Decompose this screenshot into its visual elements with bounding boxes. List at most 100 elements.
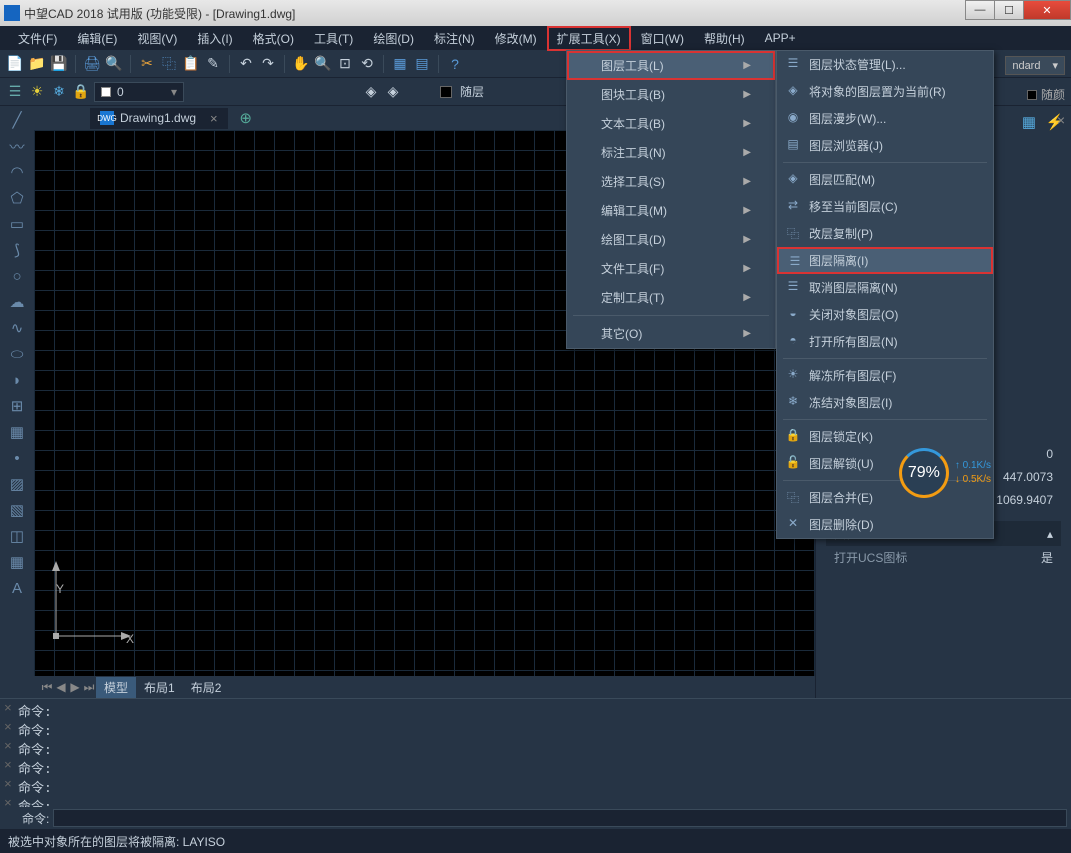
cut-icon[interactable]: ✂ xyxy=(138,55,156,73)
revcloud-icon[interactable]: ☁ xyxy=(7,292,27,312)
layer-iso-icon[interactable]: ◈ xyxy=(384,83,402,101)
region-icon[interactable]: ◫ xyxy=(7,526,27,546)
menu-insert[interactable]: 插入(I) xyxy=(187,26,242,51)
submenu-layer-off[interactable]: ◒关闭对象图层(O) xyxy=(777,301,993,328)
paste-icon[interactable]: 📋 xyxy=(182,55,200,73)
layout-tab-model[interactable]: 模型 xyxy=(96,677,136,698)
style-combo[interactable]: ndard▾ xyxy=(1005,56,1065,75)
submenu-make-current[interactable]: ◈将对象的图层置为当前(R) xyxy=(777,78,993,105)
submenu-layer-delete[interactable]: ✕图层删除(D) xyxy=(777,511,993,538)
menu-format[interactable]: 格式(O) xyxy=(243,26,304,51)
menu-modify[interactable]: 修改(M) xyxy=(485,26,547,51)
layer-prev-icon[interactable]: ◈ xyxy=(362,83,380,101)
help-icon[interactable]: ? xyxy=(446,55,464,73)
menu-item-text-tools[interactable]: 文本工具(B)▶ xyxy=(567,109,775,138)
submenu-freeze[interactable]: ❄冻结对象图层(I) xyxy=(777,389,993,416)
layout-next-icon[interactable]: ▶ xyxy=(68,680,82,694)
command-input[interactable] xyxy=(53,809,1067,827)
open-icon[interactable]: 📁 xyxy=(28,55,46,73)
color-swatch[interactable] xyxy=(440,86,452,98)
new-icon[interactable]: 📄 xyxy=(6,55,24,73)
submenu-layer-lock[interactable]: 🔒图层锁定(K) xyxy=(777,423,993,450)
menu-item-draw-tools[interactable]: 绘图工具(D)▶ xyxy=(567,225,775,254)
menu-item-file-tools[interactable]: 文件工具(F)▶ xyxy=(567,254,775,283)
text-icon[interactable]: A xyxy=(7,578,27,598)
copy-icon[interactable]: ⿻ xyxy=(160,55,178,73)
maximize-button[interactable]: ☐ xyxy=(994,0,1024,20)
submenu-move-current[interactable]: ⇄移至当前图层(C) xyxy=(777,193,993,220)
zoom-window-icon[interactable]: ⊡ xyxy=(336,55,354,73)
polygon-icon[interactable]: ⬠ xyxy=(7,188,27,208)
layout-prev-icon[interactable]: ◀ xyxy=(54,680,68,694)
gradient-icon[interactable]: ▧ xyxy=(7,500,27,520)
command-history[interactable]: ×命令: ×命令: ×命令: ×命令: ×命令: ×命令: ×命令: _PROP… xyxy=(0,699,1071,807)
print-preview-icon[interactable]: 🔍 xyxy=(105,55,123,73)
layout-last-icon[interactable]: ⏭ xyxy=(82,680,96,695)
menu-item-edit-tools[interactable]: 编辑工具(M)▶ xyxy=(567,196,775,225)
properties-icon[interactable]: ▦ xyxy=(391,55,409,73)
undo-icon[interactable]: ↶ xyxy=(237,55,255,73)
submenu-layer-unisolate[interactable]: ☰取消图层隔离(N) xyxy=(777,274,993,301)
layer-freeze-icon[interactable]: ❄ xyxy=(50,83,68,101)
spline-icon[interactable]: ∿ xyxy=(7,318,27,338)
ellipse-arc-icon[interactable]: ◗ xyxy=(7,370,27,390)
close-line-icon[interactable]: × xyxy=(4,701,18,720)
submenu-layer-on[interactable]: ◓打开所有图层(N) xyxy=(777,328,993,355)
circle-icon[interactable]: ○ xyxy=(7,266,27,286)
design-center-icon[interactable]: ▤ xyxy=(413,55,431,73)
submenu-layer-walk[interactable]: ◉图层漫步(W)... xyxy=(777,105,993,132)
prop-value[interactable]: 0 xyxy=(1046,447,1053,464)
layout-first-icon[interactable]: ⏮ xyxy=(40,680,54,695)
menu-item-select-tools[interactable]: 选择工具(S)▶ xyxy=(567,167,775,196)
network-speed-widget[interactable]: 79% ↑ 0.1K/s ↓ 0.5K/s xyxy=(899,448,991,498)
menu-item-layer-tools[interactable]: 图层工具(L)▶ xyxy=(567,51,775,80)
close-button[interactable]: ✕ xyxy=(1023,0,1071,20)
line-icon[interactable]: ╱ xyxy=(7,110,27,130)
layer-lock-icon[interactable]: 🔒 xyxy=(72,83,90,101)
menu-window[interactable]: 窗口(W) xyxy=(631,26,694,51)
submenu-thaw-all[interactable]: ☀解冻所有图层(F) xyxy=(777,362,993,389)
save-icon[interactable]: 💾 xyxy=(50,55,68,73)
menu-item-block-tools[interactable]: 图块工具(B)▶ xyxy=(567,80,775,109)
menu-dimension[interactable]: 标注(N) xyxy=(424,26,485,51)
zoom-icon[interactable]: 🔍 xyxy=(314,55,332,73)
ellipse-icon[interactable]: ⬭ xyxy=(7,344,27,364)
minimize-button[interactable]: — xyxy=(965,0,995,20)
new-tab-icon[interactable]: ⊕ xyxy=(236,108,256,128)
menu-app-plus[interactable]: APP+ xyxy=(755,27,806,49)
rectangle-icon[interactable]: ▭ xyxy=(7,214,27,234)
layout-tab-2[interactable]: 布局2 xyxy=(183,677,230,698)
hatch-icon[interactable]: ▨ xyxy=(7,474,27,494)
menu-draw[interactable]: 绘图(D) xyxy=(363,26,424,51)
prop-value[interactable]: 447.0073 xyxy=(1003,470,1053,487)
menu-item-other[interactable]: 其它(O)▶ xyxy=(567,319,775,348)
zoom-prev-icon[interactable]: ⟲ xyxy=(358,55,376,73)
tab-close-icon[interactable]: × xyxy=(210,111,218,126)
print-icon[interactable]: 🖨 xyxy=(83,55,101,73)
menu-express-tools[interactable]: 扩展工具(X) xyxy=(547,26,631,51)
submenu-layer-match[interactable]: ◈图层匹配(M) xyxy=(777,166,993,193)
pan-icon[interactable]: ✋ xyxy=(292,55,310,73)
layer-manager-icon[interactable]: ☰ xyxy=(6,83,24,101)
submenu-layer-isolate[interactable]: ☰图层隔离(I) xyxy=(777,247,993,274)
prop-value[interactable]: 是 xyxy=(1041,549,1053,566)
arc2-icon[interactable]: ⟆ xyxy=(7,240,27,260)
make-block-icon[interactable]: ▦ xyxy=(7,422,27,442)
submenu-copy-layer[interactable]: ⿻改层复制(P) xyxy=(777,220,993,247)
panel-close-icon[interactable]: × xyxy=(1057,112,1065,128)
panel-tool1-icon[interactable]: ▦ xyxy=(1019,112,1039,132)
layout-tab-1[interactable]: 布局1 xyxy=(136,677,183,698)
match-icon[interactable]: ✎ xyxy=(204,55,222,73)
menu-item-dim-tools[interactable]: 标注工具(N)▶ xyxy=(567,138,775,167)
document-tab[interactable]: DWG Drawing1.dwg × xyxy=(90,108,228,129)
prop-value[interactable]: 1069.9407 xyxy=(996,493,1053,510)
pline-icon[interactable]: 〰 xyxy=(7,136,27,156)
menu-item-custom-tools[interactable]: 定制工具(T)▶ xyxy=(567,283,775,312)
insert-block-icon[interactable]: ⊞ xyxy=(7,396,27,416)
layer-state-icon[interactable]: ☀ xyxy=(28,83,46,101)
menu-tools[interactable]: 工具(T) xyxy=(304,26,363,51)
menu-view[interactable]: 视图(V) xyxy=(127,26,187,51)
redo-icon[interactable]: ↷ xyxy=(259,55,277,73)
submenu-layer-state[interactable]: ☰图层状态管理(L)... xyxy=(777,51,993,78)
menu-help[interactable]: 帮助(H) xyxy=(694,26,755,51)
